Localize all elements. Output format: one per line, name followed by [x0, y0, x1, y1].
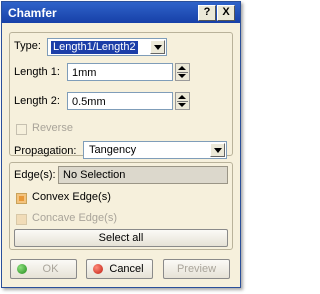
concave-edges-label: Concave Edge(s) — [32, 212, 117, 224]
edges-label: Edge(s): — [14, 169, 56, 181]
close-button[interactable]: X — [217, 5, 235, 21]
chamfer-dialog: Chamfer ? X Type: Length1/Length2 Length… — [1, 1, 241, 288]
chevron-down-icon[interactable] — [150, 40, 165, 54]
spin-down-icon[interactable] — [178, 74, 186, 78]
spin-up-icon[interactable] — [178, 95, 186, 99]
ok-label: OK — [42, 263, 59, 275]
dialog-title: Chamfer — [8, 6, 57, 20]
propagation-label: Propagation: — [14, 145, 77, 157]
cancel-button[interactable]: Cancel — [86, 259, 153, 279]
spin-up-icon[interactable] — [178, 66, 186, 70]
help-button[interactable]: ? — [198, 5, 216, 21]
reverse-label: Reverse — [32, 122, 73, 134]
reverse-checkbox[interactable] — [16, 124, 27, 135]
length2-spinner[interactable] — [175, 92, 190, 110]
type-value: Length1/Length2 — [51, 41, 138, 54]
select-all-button[interactable]: Select all — [14, 229, 228, 247]
length2-input[interactable]: 0.5mm — [67, 92, 173, 110]
length1-spinner[interactable] — [175, 63, 190, 81]
preview-button[interactable]: Preview — [163, 259, 230, 279]
concave-edges-checkbox[interactable] — [16, 214, 27, 225]
spin-down-icon[interactable] — [178, 103, 186, 107]
type-label: Type: — [14, 40, 41, 52]
propagation-value: Tangency — [89, 144, 137, 156]
ok-button[interactable]: OK — [10, 259, 77, 279]
cancel-icon — [93, 264, 103, 274]
length1-input[interactable]: 1mm — [67, 63, 173, 81]
propagation-combo[interactable]: Tangency — [83, 141, 227, 159]
parameters-group: Type: Length1/Length2 Length 1: 1mm Leng… — [9, 32, 233, 159]
type-combo[interactable]: Length1/Length2 — [47, 38, 167, 56]
length2-label: Length 2: — [14, 95, 60, 107]
title-bar[interactable]: Chamfer ? X — [2, 2, 240, 23]
length1-label: Length 1: — [14, 66, 60, 78]
ok-icon — [17, 264, 27, 274]
chevron-down-icon[interactable] — [210, 143, 225, 157]
spin-divider — [177, 101, 188, 102]
edges-selection-field[interactable]: No Selection — [58, 166, 228, 184]
convex-edges-label: Convex Edge(s) — [32, 191, 111, 203]
convex-edges-checkbox[interactable] — [16, 193, 27, 204]
edges-group: Edge(s): No Selection Convex Edge(s) Con… — [9, 162, 233, 250]
spin-divider — [177, 72, 188, 73]
